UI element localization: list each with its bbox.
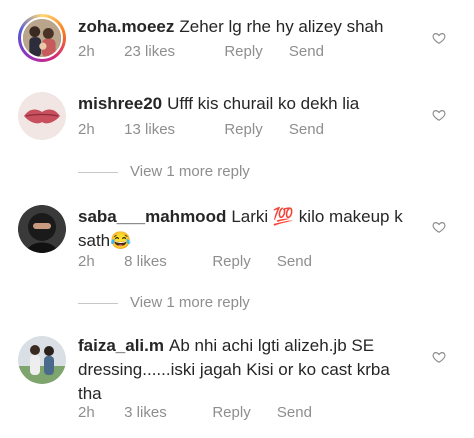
heart-outline-icon[interactable] [432,220,446,234]
comment-time: 2h [78,121,95,138]
comment-username[interactable]: faiza_ali.m [78,336,164,355]
comment-time: 2h [78,253,95,270]
comment-username[interactable]: zoha.moeez [78,17,174,36]
reply-button[interactable]: Reply [212,404,250,421]
divider [78,302,118,304]
reply-button[interactable]: Reply [224,121,262,138]
comment-likes[interactable]: 23 likes [124,43,198,60]
send-button[interactable]: Send [289,43,324,60]
heart-outline-icon[interactable] [432,108,446,122]
avatar-image [18,92,66,140]
avatar[interactable] [18,92,66,140]
reply-button[interactable]: Reply [212,253,250,270]
send-button[interactable]: Send [289,121,324,138]
heart-outline-icon[interactable] [432,31,446,45]
comment-likes[interactable]: 3 likes [124,404,186,421]
comment-username[interactable]: saba___mahmood [78,207,226,226]
comment-actions: 2h 13 likes Reply Send [78,121,324,138]
comment-text: saba___mahmood Larki 💯 kilo makeup k sath… [78,205,418,253]
avatar[interactable] [18,14,66,62]
comment-likes[interactable]: 8 likes [124,253,186,270]
view-more-replies[interactable]: View 1 more reply [78,163,250,180]
view-more-label[interactable]: View 1 more reply [130,163,250,180]
send-button[interactable]: Send [277,404,312,421]
view-more-replies[interactable]: View 1 more reply [78,294,250,311]
comment-actions: 2h 3 likes Reply Send [78,404,312,421]
send-button[interactable]: Send [277,253,312,270]
comment-body: Zeher lg rhe hy alizey shah [179,17,384,36]
comment-time: 2h [78,43,95,60]
comment-likes[interactable]: 13 likes [124,121,198,138]
comment-text: mishree20 Ufff kis churail ko dekh lia [78,92,418,116]
avatar[interactable] [18,205,66,253]
comment-username[interactable]: mishree20 [78,94,162,113]
comment-time: 2h [78,404,95,421]
divider [78,171,118,173]
view-more-label[interactable]: View 1 more reply [130,294,250,311]
reply-button[interactable]: Reply [224,43,262,60]
avatar-image [18,205,66,253]
avatar[interactable] [18,336,66,384]
comment-text: faiza_ali.m Ab nhi achi lgti alizeh.jb SE… [78,334,418,406]
comment-actions: 2h 8 likes Reply Send [78,253,312,270]
comment-text: zoha.moeez Zeher lg rhe hy alizey shah [78,15,418,39]
avatar-image [18,336,66,384]
heart-outline-icon[interactable] [432,350,446,364]
avatar-image [23,19,61,57]
comment-body: Ufff kis churail ko dekh lia [167,94,360,113]
comment-actions: 2h 23 likes Reply Send [78,43,324,60]
